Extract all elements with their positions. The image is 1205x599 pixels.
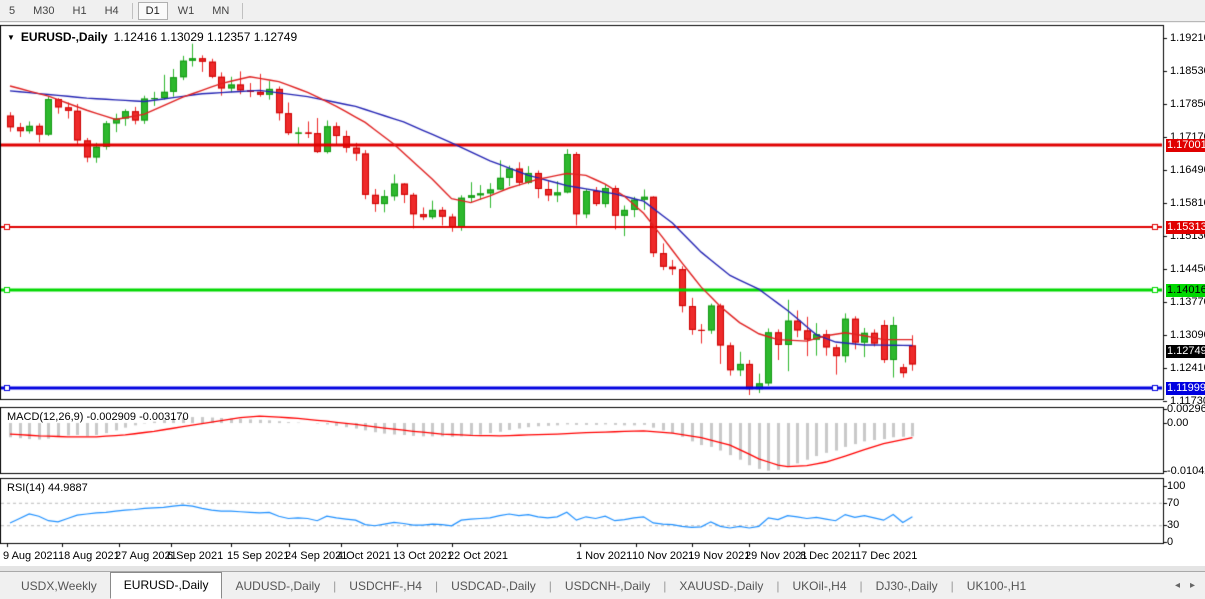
date-axis-label: 19 Nov 2021 — [688, 550, 750, 562]
price-axis-tick: 1.17850 — [1170, 98, 1205, 110]
price-badge: 1.15313 — [1166, 221, 1205, 234]
collapse-arrow-icon[interactable]: ▼ — [7, 33, 15, 42]
date-axis-label: 13 Oct 2021 — [393, 550, 453, 562]
rsi-axis-tick: 100 — [1167, 480, 1185, 492]
tab-scroll-arrows: ◂ ▸ — [1175, 580, 1195, 591]
price-badge: 1.11999 — [1166, 382, 1205, 395]
date-axis-label: 18 Aug 2021 — [58, 550, 120, 562]
rsi-indicator-label: RSI(14) 44.9887 — [7, 482, 88, 494]
timeframe-button-h4[interactable]: H4 — [97, 2, 127, 20]
chart-tab-uk100-h1[interactable]: UK100-,H1 — [954, 575, 1039, 597]
chart-tab-usdchf-h4[interactable]: USDCHF-,H4 — [336, 575, 435, 597]
date-axis-label: 29 Nov 2021 — [745, 550, 807, 562]
chart-tab-usdx-weekly[interactable]: USDX,Weekly — [8, 575, 110, 597]
price-badge: 1.17001 — [1166, 139, 1205, 152]
chart-workspace: ▼ EURUSD-,Daily 1.12416 1.13029 1.12357 … — [0, 23, 1205, 568]
toolbar-separator — [132, 3, 133, 19]
chart-title: ▼ EURUSD-,Daily 1.12416 1.13029 1.12357 … — [7, 30, 297, 44]
date-axis-label: 15 Sep 2021 — [227, 550, 289, 562]
tab-scroll-right-icon[interactable]: ▸ — [1190, 580, 1195, 591]
date-axis-label: 6 Sep 2021 — [167, 550, 223, 562]
chart-ohlc-values: 1.12416 1.13029 1.12357 1.12749 — [114, 30, 298, 44]
timeframe-button-m30[interactable]: M30 — [25, 2, 62, 20]
timeframe-toolbar: 5M30H1H4 D1W1MN — [0, 0, 1205, 22]
price-axis-tick: 1.19210 — [1170, 32, 1205, 44]
chart-symbol-label: EURUSD-,Daily — [21, 30, 108, 44]
price-axis-tick: 1.15810 — [1170, 197, 1205, 209]
macd-axis-tick: -0.01042 — [1167, 465, 1205, 477]
rsi-axis-tick: 30 — [1167, 519, 1179, 531]
price-axis-tick: 1.13090 — [1170, 329, 1205, 341]
chart-tab-audusd-daily[interactable]: AUDUSD-,Daily — [222, 575, 333, 597]
chart-tab-usdcad-daily[interactable]: USDCAD-,Daily — [438, 575, 549, 597]
tab-scroll-left-icon[interactable]: ◂ — [1175, 580, 1180, 591]
timeframe-button-mn[interactable]: MN — [204, 2, 237, 20]
rsi-axis-tick: 0 — [1167, 536, 1173, 548]
date-axis-label: 17 Dec 2021 — [855, 550, 917, 562]
timeframe-button-h1[interactable]: H1 — [65, 2, 95, 20]
date-axis-label: 8 Dec 2021 — [800, 550, 856, 562]
date-axis-label: 9 Aug 2021 — [3, 550, 59, 562]
chart-tab-usdcnh-daily[interactable]: USDCNH-,Daily — [552, 575, 663, 597]
chart-tab-dj30-daily[interactable]: DJ30-,Daily — [863, 575, 951, 597]
date-axis-label: 22 Oct 2021 — [448, 550, 508, 562]
price-chart-canvas[interactable] — [0, 23, 1205, 568]
chart-tab-ukoil-h4[interactable]: UKOil-,H4 — [780, 575, 860, 597]
price-axis-tick: 1.14450 — [1170, 263, 1205, 275]
chart-tab-bar: USDX,WeeklyEURUSD-,DailyAUDUSD-,Daily|US… — [0, 571, 1205, 599]
rsi-axis-tick: 70 — [1167, 497, 1179, 509]
chart-tab-eurusd-daily[interactable]: EURUSD-,Daily — [110, 572, 223, 599]
macd-axis-tick: 0.00 — [1167, 417, 1188, 429]
timeframe-button-5[interactable]: 5 — [1, 2, 23, 20]
timeframe-button-w1[interactable]: W1 — [170, 2, 203, 20]
price-axis-tick: 1.16490 — [1170, 164, 1205, 176]
timeframe-button-d1[interactable]: D1 — [138, 2, 168, 20]
date-axis-label: 4 Oct 2021 — [337, 550, 391, 562]
price-axis-tick: 1.13770 — [1170, 296, 1205, 308]
chart-tab-xauusd-daily[interactable]: XAUUSD-,Daily — [666, 575, 776, 597]
date-axis-label: 10 Nov 2021 — [632, 550, 694, 562]
date-axis-label: 1 Nov 2021 — [576, 550, 632, 562]
price-badge: 1.12749 — [1166, 345, 1205, 358]
price-axis-tick: 1.12410 — [1170, 362, 1205, 374]
price-badge: 1.14016 — [1166, 284, 1205, 297]
tabs-holder: USDX,WeeklyEURUSD-,DailyAUDUSD-,Daily|US… — [8, 573, 1039, 599]
mt4-window: 5M30H1H4 D1W1MN ▼ EURUSD-,Daily 1.12416 1… — [0, 0, 1205, 599]
price-axis-tick: 1.18530 — [1170, 65, 1205, 77]
macd-axis-tick: 0.002966 — [1167, 403, 1205, 415]
macd-indicator-label: MACD(12,26,9) -0.002909 -0.003170 — [7, 411, 189, 423]
toolbar-separator — [242, 3, 243, 19]
